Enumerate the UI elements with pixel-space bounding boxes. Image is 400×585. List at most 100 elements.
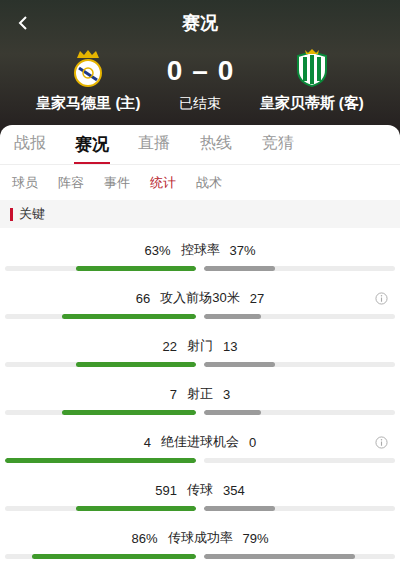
away-value: 13 (223, 339, 388, 354)
home-team-name: 皇家马德里 (主) (36, 94, 140, 113)
main-tab[interactable]: 直播 (136, 133, 172, 164)
match-status: 已结束 (179, 95, 221, 113)
page-title: 赛况 (182, 11, 218, 35)
away-value: 3 (223, 387, 388, 402)
sub-tab[interactable]: 统计 (150, 174, 176, 192)
sub-tab[interactable]: 战术 (196, 174, 222, 192)
home-track (5, 506, 196, 511)
home-value: 4 (144, 435, 151, 450)
stat-label: 绝佳进球机会 (161, 433, 239, 451)
stat-label: 攻入前场30米 (160, 289, 239, 307)
stat-values: 591传球354 (0, 480, 400, 500)
away-fill (204, 554, 355, 559)
home-track (5, 266, 196, 271)
home-fill (5, 458, 196, 463)
stat-row: 7 射正 3 (0, 380, 400, 428)
away-value: 79% (243, 531, 389, 546)
main-tab-label: 赛况 (75, 133, 109, 156)
info-icon[interactable] (375, 436, 388, 449)
info-icon[interactable] (375, 292, 388, 305)
away-track (204, 314, 395, 319)
away-cell: 13 (223, 339, 400, 354)
away-score: 0 (218, 55, 234, 87)
tab-underline (12, 160, 48, 162)
stat-row: 4 绝佳进球机会 0 (0, 428, 400, 476)
stat-values: 4 绝佳进球机会 0 (0, 432, 400, 452)
away-team[interactable]: 皇家贝蒂斯 (客) (233, 48, 390, 113)
top-bar: 赛况 (10, 8, 390, 38)
main-tabs: 战报 赛况 直播 热线 竞猜 (0, 125, 400, 165)
home-fill (76, 506, 196, 511)
score-block: 0–0 已结束 (167, 55, 234, 113)
main-tab[interactable]: 战报 (12, 133, 48, 164)
away-cell: 354 (223, 483, 400, 498)
home-value: 63% (144, 243, 170, 258)
tab-underline (74, 162, 110, 164)
tab-underline (136, 160, 172, 162)
stat-label: 射门 (187, 337, 213, 355)
section-title: 关键 (19, 205, 45, 223)
away-track (204, 554, 395, 559)
stat-bars (0, 410, 400, 415)
stat-label: 射正 (187, 385, 213, 403)
home-track (5, 362, 196, 367)
score-separator: – (192, 55, 208, 87)
section-header: 关键 (0, 200, 400, 228)
away-fill (204, 506, 275, 511)
away-track (204, 410, 395, 415)
home-score: 0 (167, 55, 183, 87)
home-fill (62, 314, 196, 319)
stat-row: 591传球354 (0, 476, 400, 524)
home-value: 7 (170, 387, 177, 402)
stat-bars (0, 362, 400, 367)
away-track (204, 506, 395, 511)
stat-row: 22 射门 13 (0, 332, 400, 380)
main-tab-label: 竞猜 (262, 133, 294, 154)
away-track (204, 362, 395, 367)
real-betis-logo-icon (292, 48, 332, 88)
real-madrid-logo-icon (71, 48, 105, 88)
stat-values: 22 射门 13 (0, 336, 400, 356)
scoreline: 皇家马德里 (主) 0–0 已结束 皇家贝蒂斯 (客) (10, 48, 390, 113)
home-track (5, 554, 196, 559)
sub-tab[interactable]: 事件 (104, 174, 130, 192)
home-value: 22 (163, 339, 177, 354)
away-cell: 37% (230, 243, 400, 258)
section-marker (10, 208, 13, 221)
home-fill (76, 266, 196, 271)
away-fill (204, 314, 261, 319)
away-value: 354 (223, 483, 388, 498)
stat-values: 86% 传球成功率 79% (0, 528, 400, 548)
back-icon[interactable] (16, 15, 32, 31)
home-value: 86% (131, 531, 157, 546)
match-page: 赛况皇家马德里 (主)0–0已结束皇家贝蒂斯 (客)战报赛况直播热线竞猜球员阵容… (0, 0, 400, 585)
away-value: 37% (230, 243, 389, 258)
stat-bars (0, 314, 400, 319)
stat-row: 63%控球率37% (0, 236, 400, 284)
sub-tab[interactable]: 球员 (12, 174, 38, 192)
away-team-name: 皇家贝蒂斯 (客) (260, 94, 364, 113)
main-tab[interactable]: 竞猜 (260, 133, 296, 164)
main-tab[interactable]: 热线 (198, 133, 234, 164)
away-track (204, 458, 395, 463)
away-cell: 27 (250, 291, 400, 306)
main-tab-label: 战报 (14, 133, 46, 154)
stat-bars (0, 266, 400, 271)
sub-tabs: 球员 阵容 事件 统计 战术 (0, 165, 400, 200)
away-value: 0 (249, 435, 375, 450)
main-tab[interactable]: 赛况 (74, 133, 110, 164)
content-card: 战报赛况直播热线竞猜球员阵容事件统计战术关键63%控球率37%66攻入前场30米… (0, 125, 400, 585)
main-tab-label: 热线 (200, 133, 232, 154)
tab-underline (198, 160, 234, 162)
away-cell: 0 (249, 435, 400, 450)
stat-values: 7 射正 3 (0, 384, 400, 404)
stat-label: 传球成功率 (168, 529, 233, 547)
home-team[interactable]: 皇家马德里 (主) (10, 48, 167, 113)
main-tab-label: 直播 (138, 133, 170, 154)
away-cell: 79% (243, 531, 400, 546)
home-fill (76, 362, 196, 367)
away-cell: 3 (223, 387, 400, 402)
away-fill (204, 266, 275, 271)
sub-tab[interactable]: 阵容 (58, 174, 84, 192)
stat-values: 63%控球率37% (0, 240, 400, 260)
